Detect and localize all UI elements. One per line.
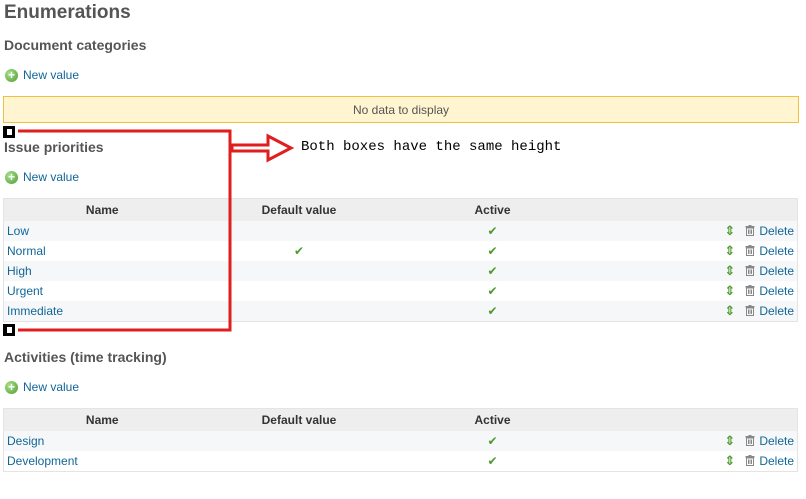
top-marker xyxy=(3,126,15,138)
bracket-line xyxy=(18,129,232,332)
bottom-marker xyxy=(3,324,15,336)
annotation-arrow xyxy=(230,133,295,163)
annotation-text: Both boxes have the same height xyxy=(301,139,562,155)
annotation-overlay xyxy=(18,129,295,332)
